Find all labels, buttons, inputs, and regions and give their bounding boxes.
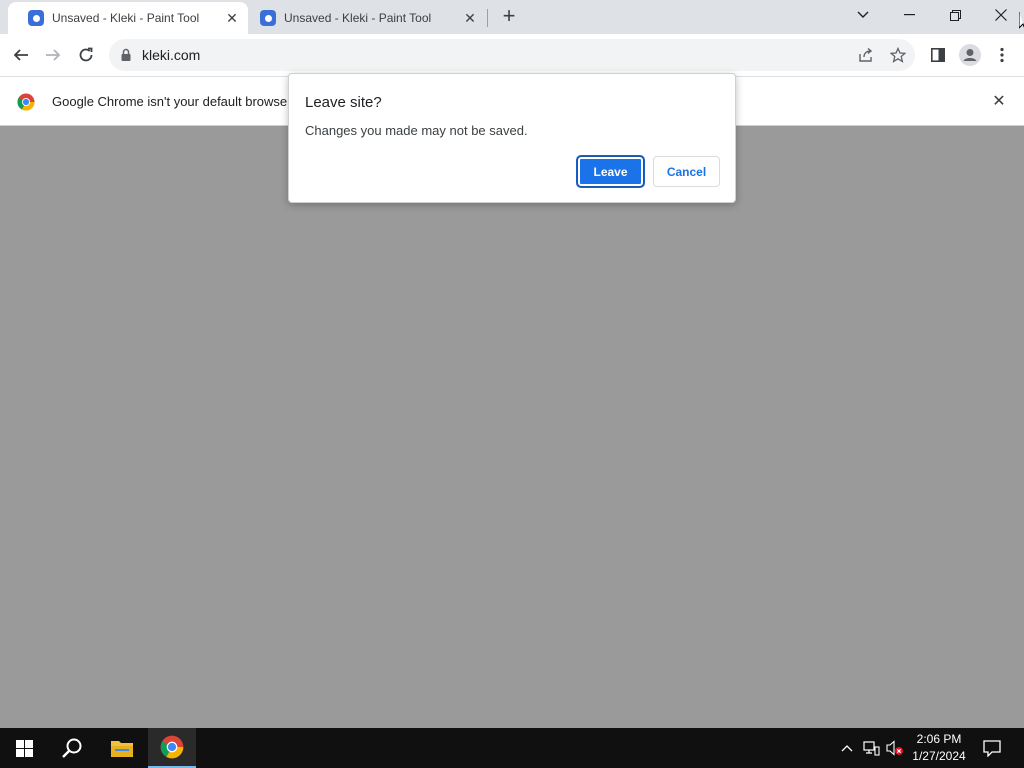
- kleki-favicon: [28, 10, 44, 26]
- network-icon[interactable]: [862, 739, 880, 757]
- tab-kleki-active[interactable]: Unsaved - Kleki - Paint Tool ✕: [8, 2, 248, 34]
- dialog-title: Leave site?: [305, 94, 382, 111]
- back-button[interactable]: [8, 42, 34, 68]
- chevron-down-icon: [857, 11, 869, 18]
- file-explorer-button[interactable]: [98, 728, 146, 768]
- tab-search-button[interactable]: [840, 0, 886, 30]
- tab-divider: [487, 9, 488, 27]
- windows-start-icon: [15, 739, 33, 757]
- new-tab-button[interactable]: +: [498, 5, 520, 28]
- tab-close-icon[interactable]: ✕: [224, 10, 240, 26]
- address-bar[interactable]: kleki.com: [109, 39, 915, 71]
- file-explorer-icon: [111, 741, 133, 757]
- page-content: [0, 126, 1024, 728]
- notification-icon[interactable]: [982, 739, 1002, 757]
- reload-icon: [79, 47, 93, 62]
- infobar-close-icon[interactable]: ✕: [990, 93, 1008, 111]
- tab-close-icon[interactable]: ✕: [462, 10, 478, 26]
- windows-taskbar: 2:06 PM 1/27/2024: [0, 728, 1024, 768]
- chrome-logo-icon: [17, 93, 35, 111]
- chrome-taskbar-icon: [160, 735, 184, 759]
- reload-button[interactable]: [73, 42, 99, 68]
- tab-strip: Unsaved - Kleki - Paint Tool ✕ Unsaved -…: [0, 0, 1024, 34]
- browser-toolbar: kleki.com: [0, 34, 1024, 76]
- cancel-button[interactable]: Cancel: [653, 156, 720, 187]
- tab-title: Unsaved - Kleki - Paint Tool: [284, 11, 432, 25]
- profile-icon[interactable]: [957, 42, 983, 68]
- clock-time: 2:06 PM: [916, 732, 962, 746]
- minimize-button[interactable]: [886, 0, 932, 30]
- screen: Unsaved - Kleki - Paint Tool ✕ Unsaved -…: [0, 0, 1024, 768]
- side-panel-icon[interactable]: [925, 42, 951, 68]
- menu-kebab-icon[interactable]: [989, 42, 1015, 68]
- taskbar-search-button[interactable]: [48, 728, 96, 768]
- chrome-taskbar-button[interactable]: [148, 728, 196, 768]
- restore-icon: [949, 9, 961, 21]
- back-arrow-icon: [13, 49, 28, 61]
- start-button[interactable]: [0, 728, 48, 768]
- restore-button[interactable]: [932, 0, 978, 30]
- url-text[interactable]: kleki.com: [142, 47, 200, 63]
- taskbar-clock[interactable]: 2:06 PM 1/27/2024: [904, 731, 974, 765]
- leave-button[interactable]: Leave: [577, 156, 644, 187]
- dialog-message: Changes you made may not be saved.: [305, 123, 528, 138]
- bookmark-star-icon[interactable]: [889, 46, 907, 64]
- forward-button[interactable]: [40, 42, 66, 68]
- clock-date: 1/27/2024: [912, 749, 966, 763]
- share-icon[interactable]: [857, 46, 875, 64]
- tab-title: Unsaved - Kleki - Paint Tool: [52, 11, 200, 25]
- close-icon: [995, 9, 1007, 21]
- close-window-button[interactable]: [978, 0, 1024, 30]
- chevron-up-icon[interactable]: [838, 739, 856, 757]
- lock-icon: [121, 48, 131, 61]
- leave-site-dialog: Leave site? Changes you made may not be …: [288, 73, 736, 203]
- infobar-message: Google Chrome isn't your default browse: [52, 94, 288, 109]
- volume-muted-icon[interactable]: [886, 739, 904, 757]
- forward-arrow-icon: [46, 49, 61, 61]
- kleki-favicon: [260, 10, 276, 26]
- tab-kleki-inactive[interactable]: Unsaved - Kleki - Paint Tool ✕: [248, 2, 486, 34]
- mouse-cursor-icon: [1019, 12, 1024, 29]
- search-icon: [62, 738, 82, 758]
- minimize-icon: [903, 14, 915, 16]
